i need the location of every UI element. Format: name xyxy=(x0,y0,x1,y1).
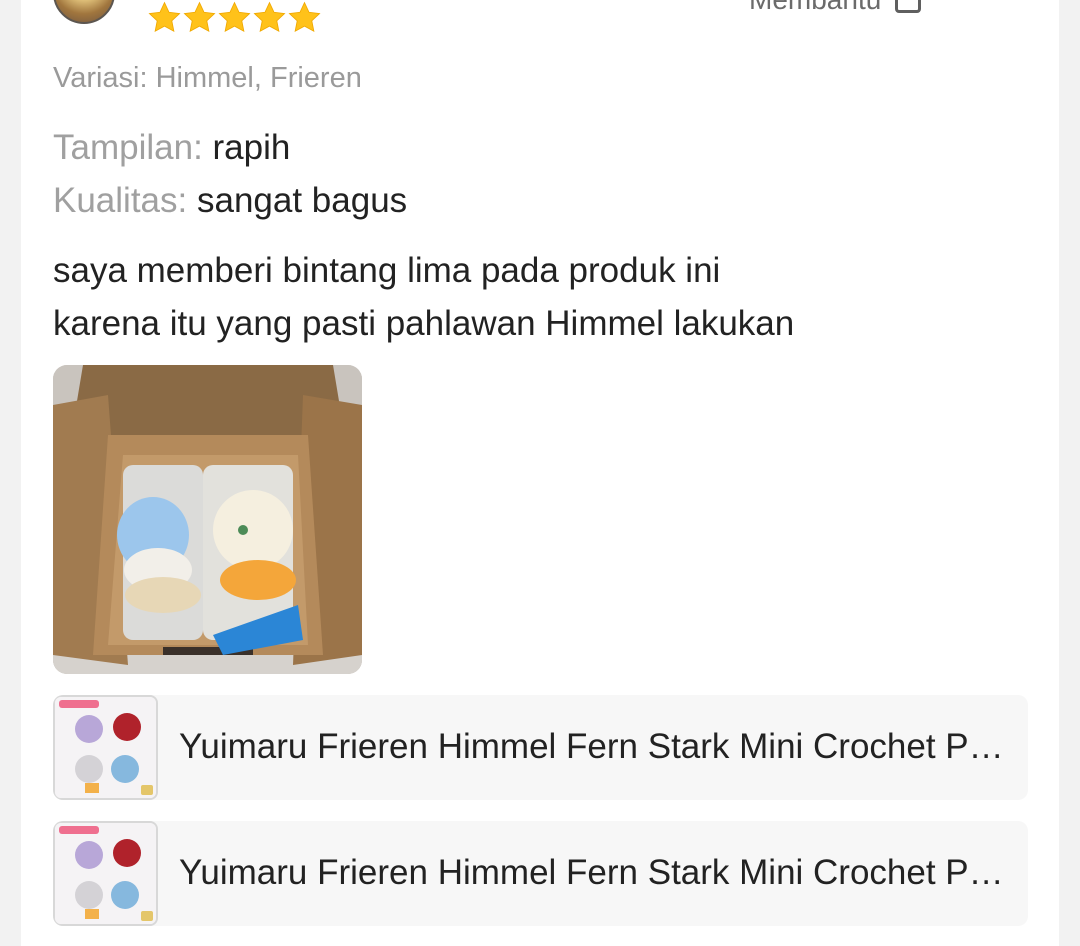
attribute-appearance: Tampilan: rapih xyxy=(53,128,290,168)
product-image xyxy=(55,697,156,798)
thumbs-up-icon xyxy=(895,0,922,13)
review-photo[interactable] xyxy=(53,365,362,674)
attribute-key: Kualitas: xyxy=(53,181,188,220)
star-icon xyxy=(288,1,321,33)
review-text: saya memberi bintang lima pada produk in… xyxy=(53,244,794,350)
review-variation: Variasi: Himmel, Frieren xyxy=(53,62,362,94)
product-link[interactable]: Yuimaru Frieren Himmel Fern Stark Mini C… xyxy=(53,821,1028,926)
review-card: Membantu Variasi: Himmel, Frieren Tampil… xyxy=(21,0,1059,946)
review-text-line: saya memberi bintang lima pada produk in… xyxy=(53,251,721,290)
product-link[interactable]: Yuimaru Frieren Himmel Fern Stark Mini C… xyxy=(53,695,1028,800)
star-icon xyxy=(218,1,251,33)
product-thumbnail xyxy=(53,821,158,926)
product-thumbnail xyxy=(53,695,158,800)
star-icon xyxy=(183,1,216,33)
attribute-value: sangat bagus xyxy=(196,181,408,220)
helpful-button[interactable]: Membantu xyxy=(749,0,922,16)
attribute-key: Tampilan: xyxy=(53,128,203,167)
helpful-label: Membantu xyxy=(749,0,881,16)
review-text-line: karena itu yang pasti pahlawan Himmel la… xyxy=(53,304,795,343)
attribute-value: rapih xyxy=(212,128,291,167)
star-icon xyxy=(253,1,286,33)
attribute-quality: Kualitas: sangat bagus xyxy=(53,181,407,221)
photo-image xyxy=(53,365,362,674)
product-title: Yuimaru Frieren Himmel Fern Stark Mini C… xyxy=(179,853,1009,892)
product-title: Yuimaru Frieren Himmel Fern Stark Mini C… xyxy=(179,727,1009,766)
reviewer-avatar[interactable] xyxy=(53,0,115,24)
product-image xyxy=(55,823,156,924)
star-rating xyxy=(147,0,322,35)
star-icon xyxy=(148,1,181,33)
